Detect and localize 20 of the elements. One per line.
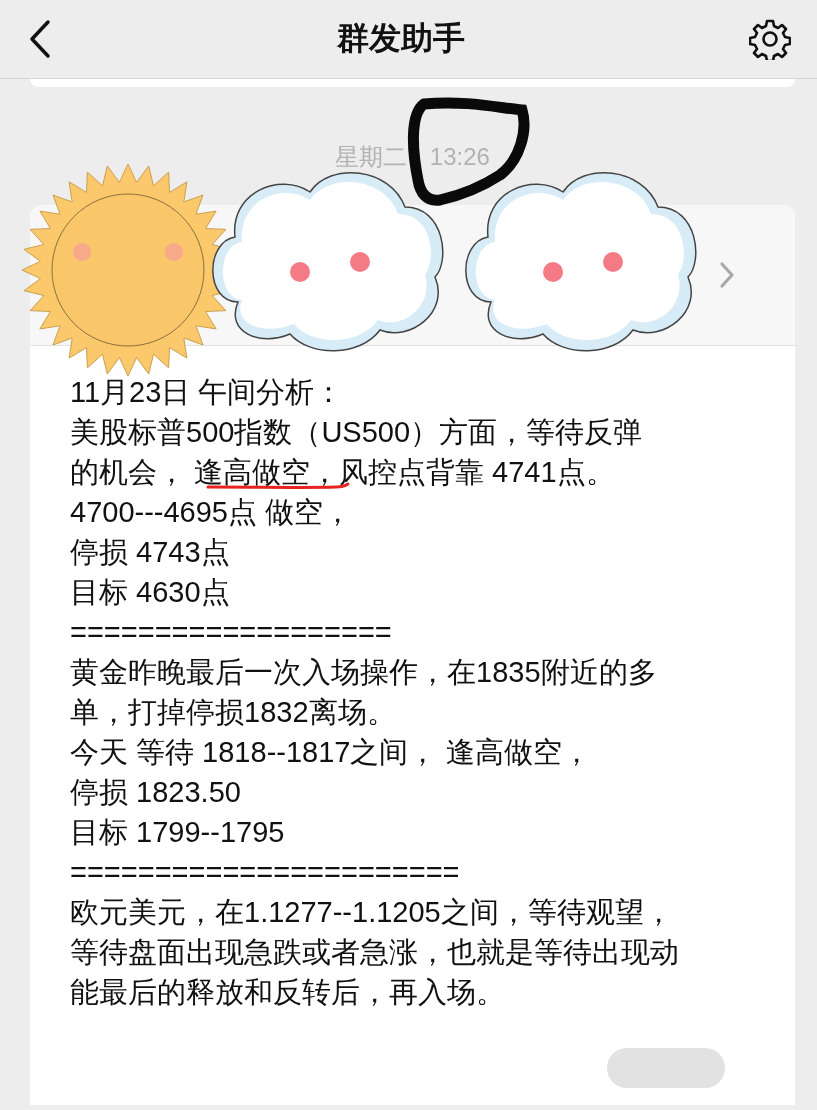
message-line: 美股标普500指数（US500）方面，等待反弹 xyxy=(70,416,643,448)
screen-title: 群发助手 xyxy=(336,19,465,58)
message-line: 能最后的释放和反转后，再入场。 xyxy=(70,976,505,1008)
message-line: 4700---4695点 做空， xyxy=(70,496,353,528)
message-line: 停损 1823.50 xyxy=(70,776,241,808)
message-line: 欧元美元，在1.1277--1.1205之间，等待观望， xyxy=(70,896,673,928)
message-line: 黄金昨晚最后一次入场操作，在1835附近的多 xyxy=(70,656,657,688)
settings-icon[interactable] xyxy=(749,18,791,60)
back-icon[interactable] xyxy=(28,19,52,59)
message-line: 目标 4630点 xyxy=(70,576,230,608)
message-line: 11月23日 午间分析： xyxy=(70,376,344,408)
message-line: =================== xyxy=(70,616,392,648)
message-line: 单，打掉停损1832离场。 xyxy=(70,696,396,728)
message-line: 今天 等待 1818--1817之间， 逢高做空， xyxy=(70,736,591,768)
message-line: 的机会， 逢高做空，风控点背靠 4741点。 xyxy=(70,456,615,488)
message-line: 目标 1799--1795 xyxy=(70,816,285,848)
message-line: 等待盘面出现急跌或者急涨，也就是等待出现动 xyxy=(70,936,679,968)
message-line: 停损 4743点 xyxy=(70,536,230,568)
timestamp: 星期二 13:26 xyxy=(335,142,490,172)
message-line: ======================= xyxy=(70,856,460,888)
